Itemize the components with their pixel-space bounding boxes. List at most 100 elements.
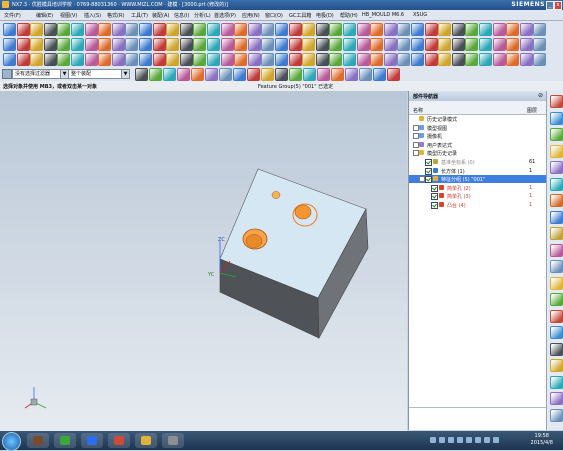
snap-tool-icon[interactable] [219, 68, 232, 81]
standard-tool-icon[interactable] [98, 23, 112, 36]
feature-tool-icon[interactable] [220, 38, 234, 51]
surface-tool-icon[interactable] [519, 53, 533, 66]
standard-tool-icon[interactable] [179, 23, 193, 36]
surface-tool-icon[interactable] [315, 53, 329, 66]
resource-tab-icon[interactable] [550, 326, 563, 339]
standard-tool-icon[interactable] [275, 23, 288, 36]
surface-tool-icon[interactable] [166, 53, 180, 66]
feature-tool-icon[interactable] [16, 38, 30, 51]
tray-icon[interactable] [466, 437, 472, 443]
surface-tool-icon[interactable] [506, 53, 520, 66]
standard-tool-icon[interactable] [343, 23, 356, 36]
feature-tool-icon[interactable] [275, 38, 288, 51]
surface-tool-icon[interactable] [3, 53, 16, 66]
standard-tool-icon[interactable] [234, 23, 248, 36]
close-button[interactable]: x [554, 1, 562, 10]
snap-tool-icon[interactable] [177, 68, 190, 81]
feature-tool-icon[interactable] [57, 38, 71, 51]
taskbar-app-button[interactable] [108, 433, 130, 448]
feature-tool-icon[interactable] [533, 38, 547, 51]
menu-gc-toolbox[interactable]: GC工具箱 [289, 12, 311, 19]
surface-tool-icon[interactable] [411, 53, 424, 66]
standard-tool-icon[interactable] [465, 23, 479, 36]
column-name[interactable]: 名称 [413, 107, 423, 114]
surface-tool-icon[interactable] [288, 53, 302, 66]
feature-tool-icon[interactable] [125, 38, 139, 51]
feature-tool-icon[interactable] [98, 38, 112, 51]
resource-tab-icon[interactable] [550, 342, 563, 356]
feature-tool-icon[interactable] [152, 38, 166, 51]
taskbar-app-button[interactable] [81, 433, 103, 448]
surface-tool-icon[interactable] [533, 53, 547, 66]
taskbar-app-button[interactable] [54, 433, 76, 448]
surface-tool-icon[interactable] [343, 53, 356, 66]
menu-assembly[interactable]: 装配(A) [152, 12, 169, 19]
surface-tool-icon[interactable] [16, 53, 30, 66]
standard-tool-icon[interactable] [383, 23, 397, 36]
surface-tool-icon[interactable] [98, 53, 112, 66]
menu-view[interactable]: 视图(V) [60, 12, 77, 19]
surface-tool-icon[interactable] [111, 53, 125, 66]
visibility-checkbox[interactable] [431, 202, 438, 209]
tree-node[interactable]: 长方体 (1) 1 [409, 167, 547, 175]
standard-tool-icon[interactable] [16, 23, 30, 36]
snap-tool-icon[interactable] [303, 68, 316, 81]
standard-tool-icon[interactable] [424, 23, 438, 36]
surface-tool-icon[interactable] [84, 53, 98, 66]
surface-tool-icon[interactable] [193, 53, 207, 66]
surface-tool-icon[interactable] [43, 53, 57, 66]
surface-tool-icon[interactable] [125, 53, 139, 66]
feature-tool-icon[interactable] [492, 38, 506, 51]
feature-tool-icon[interactable] [329, 38, 343, 51]
tree-node[interactable]: 摄像机 [409, 132, 547, 140]
feature-tool-icon[interactable] [438, 38, 452, 51]
tree-node[interactable]: 简单孔 (3) 1 [409, 192, 547, 201]
standard-tool-icon[interactable] [3, 23, 16, 36]
resource-tab-icon[interactable] [550, 210, 563, 224]
snap-tool-icon[interactable] [135, 68, 148, 81]
standard-tool-icon[interactable] [30, 23, 44, 36]
feature-tool-icon[interactable] [30, 38, 44, 51]
standard-tool-icon[interactable] [519, 23, 533, 36]
standard-tool-icon[interactable] [506, 23, 520, 36]
tree-node[interactable]: 凸台 (4) 1 [409, 201, 547, 209]
standard-tool-icon[interactable] [152, 23, 166, 36]
tree-node[interactable]: 历史记录模式 [409, 115, 547, 123]
visibility-checkbox[interactable] [431, 193, 438, 201]
surface-tool-icon[interactable] [57, 53, 71, 66]
type-filter-dropdown[interactable]: 没有选择过滤器 ▼ [12, 69, 69, 79]
resource-tab-icon[interactable] [550, 375, 563, 389]
visibility-checkbox[interactable] [425, 167, 432, 175]
snap-tool-icon[interactable] [359, 68, 372, 81]
tray-icon[interactable] [475, 437, 481, 443]
resource-tab-icon[interactable] [550, 128, 563, 141]
standard-tool-icon[interactable] [329, 23, 343, 36]
feature-tool-icon[interactable] [424, 38, 438, 51]
tray-icon[interactable] [448, 437, 454, 443]
column-layer[interactable]: 图层 [527, 107, 537, 114]
standard-tool-icon[interactable] [438, 23, 452, 36]
standard-tool-icon[interactable] [370, 23, 384, 36]
menu-xsug[interactable]: XSUG [413, 12, 427, 18]
feature-tool-icon[interactable] [207, 38, 220, 51]
standard-tool-icon[interactable] [71, 23, 84, 36]
surface-tool-icon[interactable] [370, 53, 384, 66]
surface-tool-icon[interactable] [465, 53, 479, 66]
standard-tool-icon[interactable] [220, 23, 234, 36]
surface-tool-icon[interactable] [424, 53, 438, 66]
standard-tool-icon[interactable] [43, 23, 57, 36]
feature-tool-icon[interactable] [71, 38, 84, 51]
surface-tool-icon[interactable] [397, 53, 411, 66]
menu-file[interactable]: 文件(F) [4, 12, 21, 19]
graphics-window[interactable]: ZC YC [0, 91, 407, 431]
tree-node[interactable]: 特征分组 (5) "001" [409, 175, 547, 184]
surface-tool-icon[interactable] [329, 53, 343, 66]
resource-tab-icon[interactable] [550, 392, 563, 405]
surface-tool-icon[interactable] [247, 53, 261, 66]
system-clock[interactable]: 19:58 2015/4/8 [531, 433, 553, 447]
standard-tool-icon[interactable] [166, 23, 180, 36]
surface-tool-icon[interactable] [261, 53, 275, 66]
tree-node[interactable]: 模型历史记录 [409, 149, 547, 157]
snap-tool-icon[interactable] [275, 68, 288, 81]
feature-tool-icon[interactable] [179, 38, 193, 51]
